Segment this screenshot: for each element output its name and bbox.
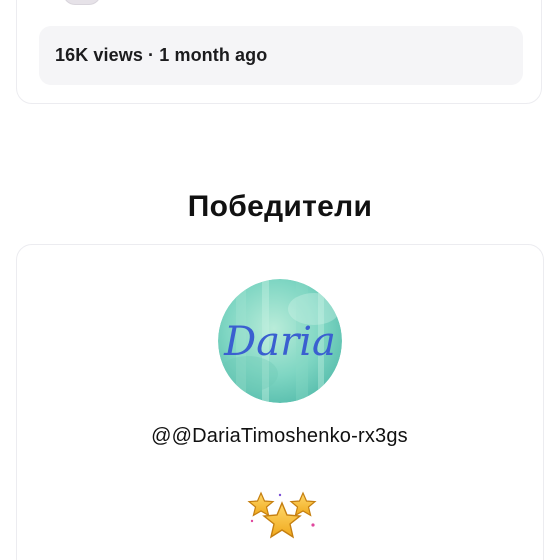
- channel-avatar[interactable]: [63, 0, 101, 5]
- stars-icon: [247, 491, 319, 547]
- page: 16K views · 1 month ago Победители Daria…: [0, 0, 560, 560]
- avatar-text: Daria: [223, 319, 336, 365]
- avatar[interactable]: Daria: [218, 279, 342, 403]
- winner-card[interactable]: Daria @@DariaTimoshenko-rx3gs: [16, 244, 544, 560]
- video-stats: 16K views · 1 month ago: [55, 45, 268, 65]
- winner-username[interactable]: @@DariaTimoshenko-rx3gs: [17, 425, 542, 448]
- video-card[interactable]: 16K views · 1 month ago: [16, 0, 542, 104]
- winners-title: Победители: [187, 190, 373, 223]
- video-meta: 16K views · 1 month ago: [39, 26, 523, 85]
- avatar-image: Daria: [218, 279, 342, 403]
